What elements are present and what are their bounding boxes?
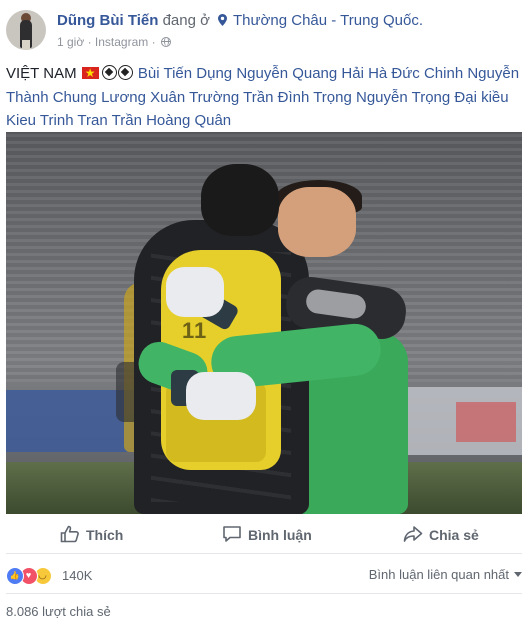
share-arrow-icon bbox=[403, 526, 423, 542]
globe-icon[interactable] bbox=[160, 37, 171, 47]
share-label: Chia sẻ bbox=[429, 527, 479, 543]
location-link[interactable]: Thường Châu - Trung Quốc. bbox=[233, 12, 423, 29]
post-time[interactable]: 1 giờ bbox=[57, 35, 84, 49]
avatar-legs bbox=[22, 40, 30, 50]
post-meta: 1 giờ · Instagram · bbox=[57, 35, 171, 49]
tag-link[interactable]: Bùi Tiến Dụng bbox=[138, 65, 232, 82]
comment-sort-label: Bình luận liên quan nhất bbox=[368, 567, 509, 582]
soccer-ball-icon bbox=[117, 65, 133, 80]
tag-link[interactable]: Trần Hoàng Quân bbox=[112, 112, 232, 129]
like-label: Thích bbox=[86, 527, 124, 543]
photo-goalkeeper-glove bbox=[186, 372, 256, 420]
photo-shirt-number: 11 bbox=[182, 318, 208, 343]
reactions-bar: 140K Bình luận liên quan nhất bbox=[6, 556, 522, 594]
tag-link[interactable]: Nguyễn Trọng Đại bbox=[356, 89, 477, 106]
facebook-post: Dũng Bùi Tiến đang ở Thường Châu - Trung… bbox=[0, 0, 528, 630]
meta-separator: · bbox=[87, 35, 92, 49]
tag-link[interactable]: Lương Xuân Trường bbox=[101, 89, 239, 106]
post-header: Dũng Bùi Tiến đang ở Thường Châu - Trung… bbox=[6, 8, 522, 52]
photo-goalkeeper-glove bbox=[166, 267, 224, 317]
tag-link[interactable]: Trần Đình Trọng bbox=[243, 89, 352, 106]
like-button[interactable]: Thích bbox=[60, 522, 123, 546]
like-reaction-icon bbox=[6, 567, 24, 585]
comment-button[interactable]: Bình luận bbox=[222, 522, 312, 546]
location-pin-icon bbox=[218, 14, 228, 26]
comment-bubble-icon bbox=[223, 526, 241, 542]
photo-player-face bbox=[278, 187, 356, 257]
soccer-ball-icon bbox=[101, 65, 117, 80]
reaction-count[interactable]: 140K bbox=[62, 568, 92, 583]
share-count[interactable]: 8.086 lượt chia sẻ bbox=[6, 604, 111, 619]
tag-link[interactable]: Nguyễn Quang Hải bbox=[236, 65, 364, 82]
share-button[interactable]: Chia sẻ bbox=[403, 522, 479, 546]
thumbs-up-icon bbox=[60, 525, 79, 543]
author-line: Dũng Bùi Tiến đang ở Thường Châu - Trung… bbox=[57, 12, 423, 29]
meta-separator-2: · bbox=[151, 35, 156, 49]
comment-label: Bình luận bbox=[248, 527, 312, 543]
author-avatar[interactable] bbox=[6, 10, 46, 50]
vietnam-flag-icon bbox=[81, 64, 99, 82]
author-name[interactable]: Dũng Bùi Tiến bbox=[57, 12, 158, 29]
post-source[interactable]: Instagram bbox=[95, 35, 148, 49]
post-photo[interactable]: 11 bbox=[6, 132, 522, 514]
post-lead: VIỆT NAM bbox=[6, 65, 77, 82]
at-text: đang ở bbox=[162, 12, 210, 29]
photo-player-head bbox=[201, 164, 279, 236]
comment-sort-dropdown[interactable]: Bình luận liên quan nhất bbox=[369, 567, 522, 582]
reaction-icons[interactable] bbox=[6, 567, 62, 585]
caret-down-icon bbox=[514, 572, 522, 577]
post-actions: Thích Bình luận Chia sẻ bbox=[6, 514, 522, 554]
post-text: VIỆT NAM Bùi Tiến Dụng Nguyễn Quang Hải … bbox=[6, 62, 524, 133]
photo-ad-board bbox=[456, 402, 516, 442]
tag-link[interactable]: Hà Đức Chinh bbox=[368, 65, 463, 82]
